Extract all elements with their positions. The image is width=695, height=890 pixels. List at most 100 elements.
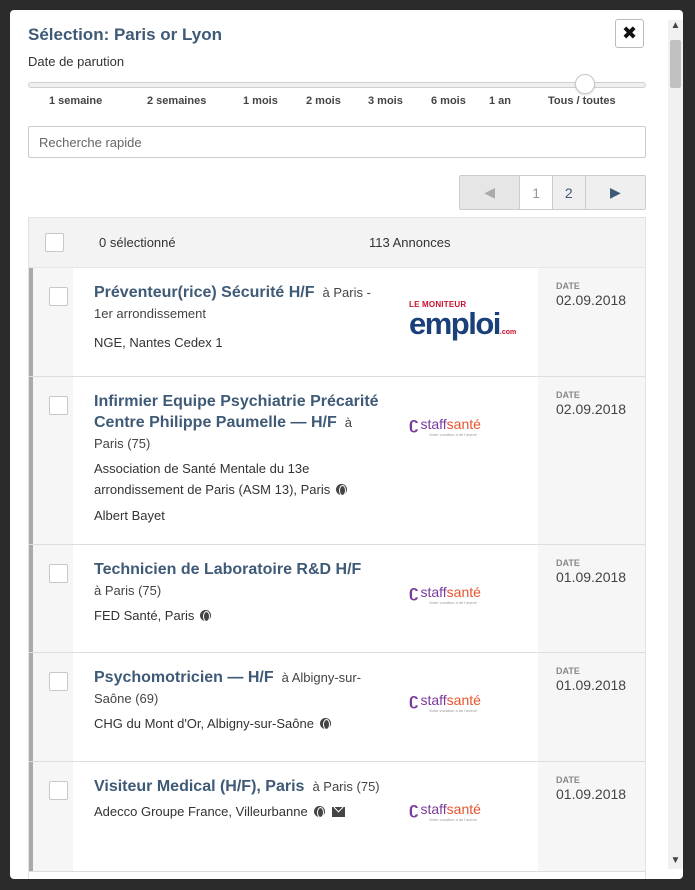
- job-title-link[interactable]: Technicien de Laboratoire R&D H/F: [94, 559, 384, 580]
- staffsante-mark-icon: ʗ: [409, 414, 419, 433]
- date-heading: DATE: [556, 558, 580, 568]
- staffsante-mark-icon: ʗ: [409, 799, 419, 818]
- scroll-up-icon[interactable]: ▲: [668, 20, 683, 34]
- logo-text: santé: [446, 801, 481, 817]
- date-value: 01.09.2018: [556, 569, 627, 585]
- logo-text: .com: [499, 329, 517, 336]
- contact-name: Albert Bayet: [94, 508, 165, 523]
- date-heading: DATE: [556, 666, 580, 676]
- staffsante-logo[interactable]: ʗ staffsanté Votre vocation a de l'aveni…: [409, 799, 481, 822]
- logo-tagline: Votre vocation a de l'avenir: [429, 708, 477, 713]
- select-all-checkbox[interactable]: [45, 233, 64, 252]
- row-checkbox[interactable]: [49, 287, 68, 306]
- company-name-wrap: Association de Santé Mentale du 13e arro…: [94, 458, 384, 500]
- logo-tagline: Votre vocation a de l'avenir: [429, 817, 477, 822]
- company-name: Association de Santé Mentale du 13e arro…: [94, 461, 331, 497]
- chevron-left-icon: ◀: [484, 184, 496, 200]
- globe-icon[interactable]: [200, 610, 212, 622]
- selected-count: 0 sélectionné: [99, 235, 176, 250]
- slider-tick-1-an[interactable]: 1 an: [489, 95, 511, 107]
- job-info: Technicien de Laboratoire R&D H/F à Pari…: [94, 559, 384, 626]
- staffsante-logo[interactable]: ʗ staffsanté Votre vocation a de l'aveni…: [409, 690, 481, 713]
- date-filter-label: Date de parution: [28, 54, 125, 69]
- logo-tagline: Votre vocation a de l'avenir: [429, 600, 477, 605]
- scrollbar-thumb[interactable]: [670, 40, 681, 88]
- mail-icon[interactable]: [331, 807, 345, 817]
- company-name: CHG du Mont d'Or, Albigny-sur-Saône: [94, 716, 314, 731]
- company-name: Adecco Groupe France, Villeurbanne: [94, 804, 308, 819]
- next-page-button[interactable]: ▶: [585, 176, 645, 209]
- job-info: Préventeur(rice) Sécurité H/F à Paris - 1…: [94, 282, 384, 353]
- search-input[interactable]: [28, 126, 646, 158]
- modal: Sélection: Paris or Lyon ✖ Date de parut…: [10, 10, 683, 879]
- logo-text: staff: [420, 801, 447, 817]
- page-2-button[interactable]: 2: [553, 176, 586, 209]
- slider-tick-1-semaine[interactable]: 1 semaine: [49, 95, 102, 107]
- job-location: à Paris (75): [94, 583, 162, 598]
- close-icon: ✖: [621, 23, 638, 43]
- date-value: 01.09.2018: [556, 677, 627, 693]
- company-name: FED Santé, Paris: [94, 608, 195, 623]
- page-1-button[interactable]: 1: [520, 176, 553, 209]
- job-info: Infirmier Equipe Psychiatrie Précarité C…: [94, 391, 384, 523]
- company-name-wrap: Adecco Groupe France, Villeurbanne: [94, 801, 384, 822]
- date-slider-handle[interactable]: [575, 74, 595, 94]
- date-slider-track[interactable]: [28, 82, 646, 88]
- staffsante-logo[interactable]: ʗ staffsanté Votre vocation a de l'aveni…: [409, 414, 481, 437]
- scroll-down-icon[interactable]: ▼: [668, 855, 683, 869]
- globe-icon[interactable]: [313, 806, 325, 818]
- slider-tick-6-mois[interactable]: 6 mois: [431, 95, 466, 107]
- staffsante-mark-icon: ʗ: [409, 690, 419, 709]
- job-info: Visiteur Medical (H/F), Paris à Paris (75…: [94, 776, 384, 822]
- results-count: 113 Annonces: [369, 235, 451, 250]
- slider-tick-1-mois[interactable]: 1 mois: [243, 95, 278, 107]
- staffsante-logo[interactable]: ʗ staffsanté Votre vocation a de l'aveni…: [409, 582, 481, 605]
- date-heading: DATE: [556, 775, 580, 785]
- modal-content: Sélection: Paris or Lyon ✖ Date de parut…: [10, 10, 668, 879]
- list-item[interactable]: Psychomotricien — H/F à Albigny-sur-Saône…: [29, 653, 645, 762]
- logo-text: staff: [420, 692, 447, 708]
- job-title-link[interactable]: Infirmier Equipe Psychiatrie Précarité C…: [94, 393, 379, 431]
- close-button[interactable]: ✖: [615, 19, 644, 48]
- staffsante-mark-icon: ʗ: [409, 582, 419, 601]
- company-name-wrap: FED Santé, Paris: [94, 605, 384, 626]
- date-heading: DATE: [556, 281, 580, 291]
- date-heading: DATE: [556, 390, 580, 400]
- results-list: 0 sélectionné 113 Annonces Préventeur(ri…: [28, 217, 646, 879]
- row-checkbox[interactable]: [49, 781, 68, 800]
- job-title-link[interactable]: Psychomotricien — H/F: [94, 669, 274, 686]
- company-name: NGE, Nantes Cedex 1: [94, 335, 223, 350]
- logo-tagline: Votre vocation a de l'avenir: [429, 432, 477, 437]
- slider-tick-tous[interactable]: Tous / toutes: [548, 95, 616, 107]
- chevron-right-icon: ▶: [609, 184, 621, 200]
- list-item[interactable]: Infirmier Equipe Psychiatrie Précarité C…: [29, 377, 645, 545]
- row-checkbox[interactable]: [49, 396, 68, 415]
- list-item[interactable]: Technicien de Laboratoire R&D H/F à Pari…: [29, 545, 645, 653]
- logo-text: staff: [420, 416, 447, 432]
- job-title-link[interactable]: Visiteur Medical (H/F), Paris: [94, 778, 304, 795]
- date-value: 02.09.2018: [556, 292, 627, 308]
- logo-text: santé: [446, 584, 481, 600]
- globe-icon[interactable]: [336, 484, 348, 496]
- date-value: 01.09.2018: [556, 786, 627, 802]
- scrollbar[interactable]: ▲ ▼: [668, 20, 683, 869]
- slider-tick-2-mois[interactable]: 2 mois: [306, 95, 341, 107]
- job-info: Psychomotricien — H/F à Albigny-sur-Saône…: [94, 667, 384, 734]
- logo-text: staff: [420, 584, 447, 600]
- globe-icon[interactable]: [319, 718, 331, 730]
- job-title-link[interactable]: Préventeur(rice) Sécurité H/F: [94, 284, 315, 301]
- row-checkbox[interactable]: [49, 672, 68, 691]
- modal-title: Sélection: Paris or Lyon: [28, 25, 222, 44]
- list-item[interactable]: Préventeur(rice) Sécurité H/F à Paris - 1…: [29, 268, 645, 377]
- list-item[interactable]: Visiteur Medical (H/F), Paris à Paris (75…: [29, 762, 645, 872]
- slider-tick-2-semaines[interactable]: 2 semaines: [147, 95, 206, 107]
- date-value: 02.09.2018: [556, 401, 627, 417]
- company-name-wrap: CHG du Mont d'Or, Albigny-sur-Saône: [94, 713, 384, 734]
- list-header: 0 sélectionné 113 Annonces: [29, 218, 645, 268]
- slider-tick-3-mois[interactable]: 3 mois: [368, 95, 403, 107]
- pagination: ◀ 1 2 ▶: [459, 175, 646, 210]
- row-checkbox[interactable]: [49, 564, 68, 583]
- lemoniteur-emploi-logo[interactable]: LE MONITEUR emploi.com: [409, 301, 516, 347]
- prev-page-button[interactable]: ◀: [460, 176, 521, 209]
- logo-text: santé: [446, 416, 481, 432]
